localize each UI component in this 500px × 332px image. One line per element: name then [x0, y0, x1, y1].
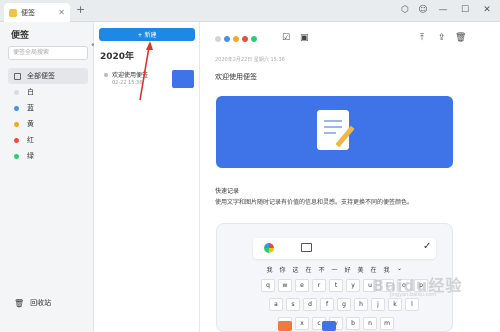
sidebar-item-yellow[interactable]: 黄: [8, 116, 88, 132]
sidebar-title: 便签: [11, 31, 30, 41]
key: s: [286, 298, 300, 311]
sidebar-item-label: 红: [27, 136, 34, 144]
color-dot-icon: [14, 121, 19, 127]
key: j: [371, 298, 385, 311]
sidebar-item-label: 白: [27, 88, 34, 96]
color-dot-icon: [14, 105, 19, 111]
note-color-dot: [104, 73, 108, 77]
key: w: [278, 279, 292, 292]
share-icon[interactable]: ⇪: [438, 33, 446, 43]
sidebar-item-label: 全部便签: [27, 72, 55, 80]
document-icon: [317, 110, 349, 150]
note-date: 02-22 15:36: [112, 80, 143, 86]
note-thumbnail: [172, 70, 194, 88]
section-title: 快速记录: [215, 188, 240, 195]
trash-icon: 🗑: [14, 298, 25, 308]
candidate: 好: [344, 267, 351, 274]
key: f: [320, 298, 334, 311]
key: g: [337, 298, 351, 311]
skin-icon[interactable]: ⬡: [398, 3, 412, 17]
year-group-label: 2020年: [100, 52, 135, 62]
image-icon: [301, 243, 312, 252]
key: q: [261, 279, 275, 292]
candidate: 我: [266, 267, 273, 274]
candidate: 在: [305, 267, 312, 274]
sidebar-item-white[interactable]: 白: [8, 84, 88, 100]
key: k: [388, 298, 402, 311]
trash-label: 回收站: [30, 299, 52, 307]
image-icon[interactable]: ▣: [300, 33, 309, 43]
sidebar-item-green[interactable]: 绿: [8, 148, 88, 164]
color-dot-icon: [14, 89, 19, 95]
note-title: 欢迎使用便签: [112, 72, 149, 79]
watermark-url: jingyan.baidu.com: [390, 292, 437, 298]
app-window: 便签 ✕ + ⬡ ☺ — ☐ ✕ 便签 便签全局搜索 全部便签 白 蓝 黄 红: [0, 0, 500, 332]
title-bar: 便签 ✕ + ⬡ ☺ — ☐ ✕: [0, 0, 500, 22]
sidebar-item-blue[interactable]: 蓝: [8, 100, 88, 116]
key-row: a s d f g h j k l: [269, 298, 444, 311]
close-tab-icon[interactable]: ✕: [58, 8, 65, 17]
color-dot-icon: [14, 153, 19, 159]
key: r: [312, 279, 326, 292]
orange-app-icon: [278, 321, 292, 331]
trash-button[interactable]: 🗑 回收站: [14, 298, 51, 308]
welcome-banner: [216, 96, 453, 168]
pin-icon[interactable]: ⤒: [420, 33, 424, 43]
feedback-icon[interactable]: ☺: [416, 3, 430, 17]
candidate: 美: [357, 267, 364, 274]
key: t: [329, 279, 343, 292]
sidebar-item-label: 绿: [27, 152, 34, 160]
note-heading: 欢迎使用便签: [215, 73, 257, 81]
key: l: [405, 298, 419, 311]
sidebar-item-all[interactable]: 全部便签: [8, 68, 88, 84]
keyboard-toolbar: ✓: [253, 238, 436, 259]
delete-icon[interactable]: 🗑: [455, 33, 466, 43]
palette-icon: [264, 243, 274, 253]
color-dot-icon: [14, 137, 19, 143]
key: e: [295, 279, 309, 292]
new-note-button[interactable]: + 新建: [99, 28, 195, 41]
app-tab[interactable]: 便签 ✕: [4, 3, 70, 22]
maximize-button[interactable]: ☐: [458, 3, 472, 17]
check-icon: ✓: [423, 241, 432, 252]
candidate: 一: [331, 267, 338, 274]
color-white-option[interactable]: [215, 36, 221, 42]
illustration-footer: [278, 321, 408, 331]
new-tab-button[interactable]: +: [76, 3, 85, 17]
checkbox-icon[interactable]: ☑: [282, 33, 290, 43]
color-green-option[interactable]: [251, 36, 257, 42]
section-description: 使用文字和图片随时记录有价值的信息和灵感。支持更换不同的便签颜色。: [215, 199, 414, 206]
color-yellow-option[interactable]: [233, 36, 239, 42]
key: y: [346, 279, 360, 292]
key: h: [354, 298, 368, 311]
minimize-button[interactable]: —: [436, 3, 450, 17]
sidebar-item-label: 蓝: [27, 104, 34, 112]
blue-app-icon: [322, 321, 336, 331]
close-window-button[interactable]: ✕: [480, 3, 494, 17]
candidate: 不: [318, 267, 325, 274]
tab-label: 便签: [21, 8, 35, 17]
note-meta: 2020年2月22日 星期六 15:36: [215, 57, 285, 63]
note-list-pane: + 新建 2020年 欢迎使用便签 02-22 15:36: [94, 22, 200, 332]
sidebar-item-red[interactable]: 红: [8, 132, 88, 148]
sidebar: 便签 便签全局搜索 全部便签 白 蓝 黄 红 绿 🗑 回收站: [0, 22, 94, 332]
notes-icon: [14, 72, 21, 80]
list-item[interactable]: 欢迎使用便签 02-22 15:36: [98, 68, 196, 96]
candidate: 这: [292, 267, 299, 274]
color-red-option[interactable]: [242, 36, 248, 42]
key: a: [269, 298, 283, 311]
sidebar-item-label: 黄: [27, 120, 34, 128]
color-blue-option[interactable]: [224, 36, 230, 42]
color-picker: [215, 36, 260, 42]
search-input[interactable]: 便签全局搜索: [8, 46, 88, 60]
notes-app-icon: [9, 8, 17, 17]
candidate: 你: [279, 267, 286, 274]
key: d: [303, 298, 317, 311]
